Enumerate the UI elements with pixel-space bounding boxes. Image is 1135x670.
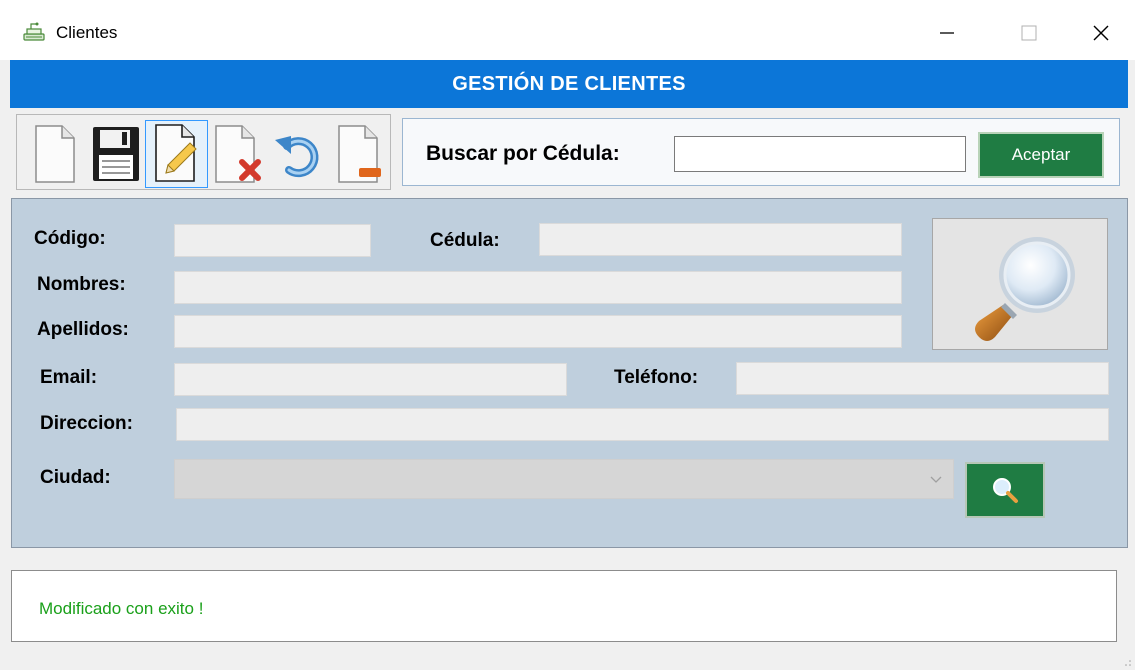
new-button[interactable] bbox=[23, 120, 86, 188]
email-field[interactable] bbox=[174, 363, 567, 396]
direccion-field[interactable] bbox=[176, 408, 1109, 441]
magnifier-icon bbox=[975, 237, 1075, 341]
email-label: Email: bbox=[40, 367, 98, 388]
apellidos-field[interactable] bbox=[174, 315, 902, 348]
document-minus-icon bbox=[337, 125, 381, 183]
status-panel: Modificado con exito ! bbox=[11, 570, 1117, 642]
minimize-icon bbox=[940, 32, 954, 34]
search-image-button[interactable] bbox=[932, 218, 1108, 350]
maximize-button[interactable] bbox=[1006, 10, 1052, 56]
clientes-window: Clientes GESTIÓN DE CLIENTES Buscar por … bbox=[0, 0, 1135, 670]
aceptar-button[interactable]: Aceptar bbox=[978, 132, 1104, 178]
nombres-field[interactable] bbox=[174, 271, 902, 304]
maximize-icon bbox=[1021, 25, 1037, 41]
undo-arrow-icon bbox=[274, 136, 318, 178]
search-panel: Buscar por Cédula: Aceptar bbox=[402, 118, 1120, 186]
remove-button[interactable] bbox=[328, 120, 391, 188]
save-button[interactable] bbox=[84, 120, 147, 188]
aceptar-button-label: Aceptar bbox=[1011, 145, 1071, 164]
delete-button[interactable] bbox=[206, 120, 269, 188]
window-title: Clientes bbox=[56, 23, 118, 42]
telefono-field[interactable] bbox=[736, 362, 1109, 395]
cedula-field[interactable] bbox=[539, 223, 902, 256]
status-message: Modificado con exito ! bbox=[39, 599, 204, 618]
main-content: Buscar por Cédula: Aceptar Código: Cédul… bbox=[10, 108, 1128, 670]
edit-pencil-icon bbox=[154, 124, 197, 182]
minimize-button[interactable] bbox=[924, 10, 970, 56]
close-icon bbox=[1093, 25, 1109, 41]
apellidos-label: Apellidos: bbox=[37, 319, 129, 340]
edit-button[interactable] bbox=[145, 120, 208, 188]
search-icon bbox=[993, 478, 1018, 503]
ciudad-label: Ciudad: bbox=[40, 467, 111, 488]
direccion-label: Direccion: bbox=[40, 413, 133, 434]
undo-button[interactable] bbox=[267, 120, 330, 188]
ciudad-search-button[interactable] bbox=[965, 462, 1045, 518]
chevron-down-icon bbox=[930, 476, 942, 483]
cedula-search-input[interactable] bbox=[674, 136, 966, 172]
telefono-label: Teléfono: bbox=[614, 367, 699, 388]
app-tray-icon bbox=[22, 20, 46, 44]
header-bar: GESTIÓN DE CLIENTES bbox=[10, 60, 1128, 108]
close-button[interactable] bbox=[1078, 10, 1124, 56]
floppy-save-icon bbox=[92, 127, 139, 181]
nombres-label: Nombres: bbox=[37, 274, 126, 295]
codigo-label: Código: bbox=[34, 228, 106, 249]
page-title: GESTIÓN DE CLIENTES bbox=[452, 72, 686, 95]
codigo-field[interactable] bbox=[174, 224, 371, 257]
resize-grip-icon[interactable] bbox=[1124, 659, 1132, 667]
ciudad-select[interactable] bbox=[174, 459, 954, 499]
title-bar: Clientes bbox=[0, 0, 1135, 60]
delete-document-icon bbox=[214, 125, 261, 183]
search-label: Buscar por Cédula: bbox=[426, 142, 620, 165]
cedula-label: Cédula: bbox=[430, 230, 500, 251]
new-document-icon bbox=[34, 125, 75, 183]
toolbar bbox=[16, 114, 391, 190]
